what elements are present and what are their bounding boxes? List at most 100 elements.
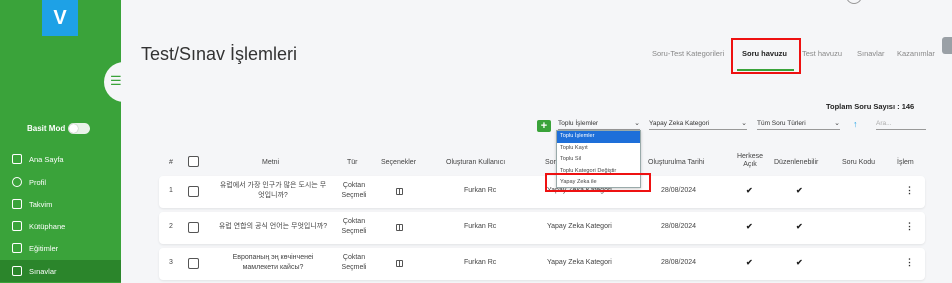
row-text-line: 유럽 연합의 공식 언어는 무엇입니까?	[218, 223, 328, 230]
sidebar-item-label: Profil	[29, 177, 47, 187]
menu-collapse-icon[interactable]: ☰	[110, 74, 122, 88]
sidebar-item-ana-sayfa[interactable]: Ana Sayfa	[0, 148, 121, 170]
row-type-line: Çoktan	[342, 182, 366, 189]
sidebar-item-label: Sınavlar	[29, 266, 57, 276]
search-input[interactable]: Ara...	[876, 120, 926, 130]
row-type-line: Seçmeli	[341, 192, 367, 199]
row-checkbox[interactable]	[188, 186, 199, 197]
question-type-value: Tüm Soru Türleri	[757, 120, 806, 127]
row-index: 3	[169, 259, 173, 266]
tab-sinavlar[interactable]: Sınavlar	[857, 49, 885, 58]
row-type: Çoktan Seçmeli	[335, 253, 373, 273]
dropdown-option-toplu-sil[interactable]: Toplu Sil	[557, 154, 640, 166]
options-icon[interactable]	[396, 188, 403, 195]
row-text-line: 엇입니까?	[258, 192, 288, 199]
bulk-actions-select[interactable]: Toplu İşlemler ⌄	[558, 120, 640, 130]
row-text: 유럽 연합의 공식 언어는 무엇입니까?	[211, 222, 335, 232]
dropdown-option-toplu-kayit[interactable]: Toplu Kayıt	[557, 143, 640, 155]
total-question-count: Toplam Soru Sayısı : 146	[826, 102, 915, 111]
table-row[interactable]: 2 유럽 연합의 공식 언어는 무엇입니까? Çoktan Seçmeli Fur…	[159, 212, 925, 244]
sidebar-item-kutuphane[interactable]: Kütüphane	[0, 215, 121, 237]
sort-up-icon[interactable]: ↑	[853, 119, 858, 129]
sidebar-item-profil[interactable]: Profil	[0, 171, 121, 193]
col-code: Soru Kodu	[842, 159, 876, 166]
options-icon[interactable]	[396, 260, 403, 267]
col-type: Tür	[347, 159, 358, 166]
row-created: 28/08/2024	[661, 259, 697, 266]
row-index: 2	[169, 223, 173, 230]
highlight-box-tab	[731, 38, 801, 74]
dropdown-option-toplu-islemler[interactable]: Toplu İşlemler	[557, 131, 640, 143]
options-icon[interactable]	[396, 224, 403, 231]
row-type: Çoktan Seçmeli	[335, 217, 373, 237]
user-menu-icon[interactable]	[846, 0, 862, 4]
col-public: Herkese Açık	[736, 153, 764, 168]
row-checkbox[interactable]	[188, 222, 199, 233]
row-text: Европаның эң көчінченеі мамлекети кайсы?	[211, 253, 335, 273]
editable-check-icon: ✔	[796, 222, 803, 231]
editable-check-icon: ✔	[796, 186, 803, 195]
add-question-button[interactable]: +	[537, 120, 551, 132]
row-type-line: Çoktan	[342, 218, 366, 225]
home-icon	[12, 154, 22, 164]
category-select[interactable]: Yapay Zeka Kategori ⌄	[649, 120, 747, 130]
row-text-line: 유럽에서 가장 인구가 많은 도시는 무	[219, 182, 327, 189]
sidebar-item-label: Eğitimler	[29, 243, 59, 253]
col-creator: Oluşturan Kullanıcı	[446, 159, 506, 166]
editable-check-icon: ✔	[796, 258, 803, 267]
col-options: Seçenekler	[381, 159, 417, 166]
row-actions-icon[interactable]: ⋮	[905, 185, 914, 196]
sidebar-item-takvim[interactable]: Takvim	[0, 193, 121, 215]
public-check-icon: ✔	[746, 186, 753, 195]
category-select-value: Yapay Zeka Kategori	[649, 120, 710, 127]
sidebar-item-sinavlar[interactable]: Sınavlar	[0, 260, 121, 282]
row-created: 28/08/2024	[661, 223, 697, 230]
col-text: Metni	[262, 159, 280, 166]
settings-corner-button[interactable]	[942, 37, 952, 54]
row-text-line: мамлекети кайсы?	[242, 264, 304, 271]
row-type: Çoktan Seçmeli	[335, 181, 373, 201]
col-created: Oluşturulma Tarihi	[648, 159, 705, 166]
row-text-line: Европаның эң көчінченеі	[232, 254, 314, 261]
col-index: #	[169, 159, 173, 166]
row-creator: Furkan Rc	[464, 259, 497, 266]
chevron-down-icon: ⌄	[741, 120, 747, 127]
col-action: İşlem	[897, 159, 914, 166]
chevron-down-icon: ⌄	[834, 120, 840, 127]
row-category: Yapay Zeka Kategori	[547, 259, 612, 266]
table-row[interactable]: 1 유럽에서 가장 인구가 많은 도시는 무엇입니까? Çoktan Seçmel…	[159, 176, 925, 208]
sidebar-item-egitimler[interactable]: Eğitimler	[0, 237, 121, 259]
row-actions-icon[interactable]: ⋮	[905, 221, 914, 232]
row-type-line: Çoktan	[342, 254, 366, 261]
page-title: Test/Sınav İşlemleri	[141, 44, 298, 64]
row-creator: Furkan Rc	[464, 223, 497, 230]
row-created: 28/08/2024	[661, 187, 697, 194]
exam-icon	[12, 266, 22, 276]
select-all-checkbox[interactable]	[188, 156, 199, 167]
basit-mod-label: Basit Mod	[27, 124, 66, 133]
table-row[interactable]: 3 Европаның эң көчінченеі мамлекети кайсы…	[159, 248, 925, 280]
calendar-icon	[12, 199, 22, 209]
row-text: 유럽에서 가장 인구가 많은 도시는 무엇입니까?	[211, 181, 335, 201]
app-logo[interactable]: V	[42, 0, 78, 36]
row-category: Yapay Zeka Kategori	[547, 223, 612, 230]
tab-test-havuzu[interactable]: Test havuzu	[802, 49, 842, 58]
public-check-icon: ✔	[746, 258, 753, 267]
row-creator: Furkan Rc	[464, 187, 497, 194]
library-icon	[12, 221, 22, 231]
row-checkbox[interactable]	[188, 258, 199, 269]
row-index: 1	[169, 187, 173, 194]
row-type-line: Seçmeli	[341, 228, 367, 235]
highlight-box-dropdown-option	[545, 173, 651, 192]
public-check-icon: ✔	[746, 222, 753, 231]
basit-mod-toggle[interactable]	[68, 123, 90, 134]
tab-kazanimlar[interactable]: Kazanımlar	[897, 49, 935, 58]
bulk-actions-value: Toplu İşlemler	[558, 120, 599, 127]
book-icon	[12, 243, 22, 253]
sidebar-item-label: Kütüphane	[29, 221, 66, 231]
question-type-select[interactable]: Tüm Soru Türleri ⌄	[757, 120, 840, 130]
chevron-down-icon: ⌄	[634, 120, 640, 127]
row-actions-icon[interactable]: ⋮	[905, 257, 914, 268]
logo-letter: V	[53, 6, 67, 29]
tab-soru-test-kategorileri[interactable]: Soru-Test Kategorileri	[652, 49, 724, 58]
